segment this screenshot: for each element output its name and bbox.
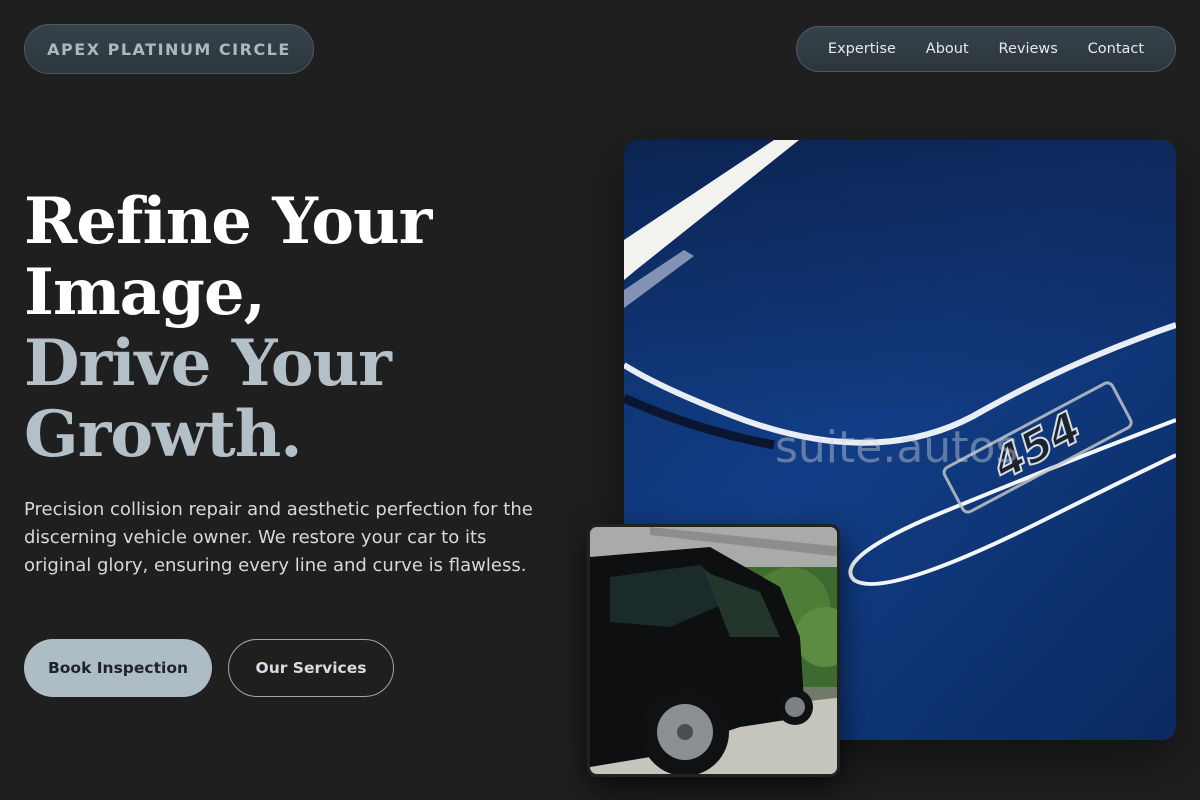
- nav-item-about[interactable]: About: [926, 41, 969, 57]
- nav-item-expertise[interactable]: Expertise: [828, 41, 896, 57]
- hero-description: Precision collision repair and aesthetic…: [24, 499, 533, 576]
- page: APEX PLATINUM CIRCLE Expertise About Rev…: [0, 0, 1200, 800]
- book-inspection-button[interactable]: Book Inspection: [24, 639, 212, 697]
- brand-name: APEX PLATINUM CIRCLE: [47, 39, 291, 59]
- suv-garage-image: [587, 524, 840, 777]
- nav-item-contact[interactable]: Contact: [1088, 41, 1144, 57]
- black-suv-photo: [590, 527, 837, 774]
- brand-logo[interactable]: APEX PLATINUM CIRCLE: [24, 24, 314, 74]
- hero-title-line-4: Growth.: [24, 397, 303, 472]
- hero-title: Refine Your Image, Drive Your Growth.: [24, 184, 432, 472]
- hero-title-line-3: Drive Your: [24, 326, 392, 401]
- hero-title-line-1: Refine Your: [24, 184, 432, 259]
- hero-title-line-2: Image,: [24, 255, 266, 330]
- our-services-button[interactable]: Our Services: [228, 639, 394, 697]
- nav-item-reviews[interactable]: Reviews: [999, 41, 1058, 57]
- main-nav: Expertise About Reviews Contact: [796, 26, 1176, 72]
